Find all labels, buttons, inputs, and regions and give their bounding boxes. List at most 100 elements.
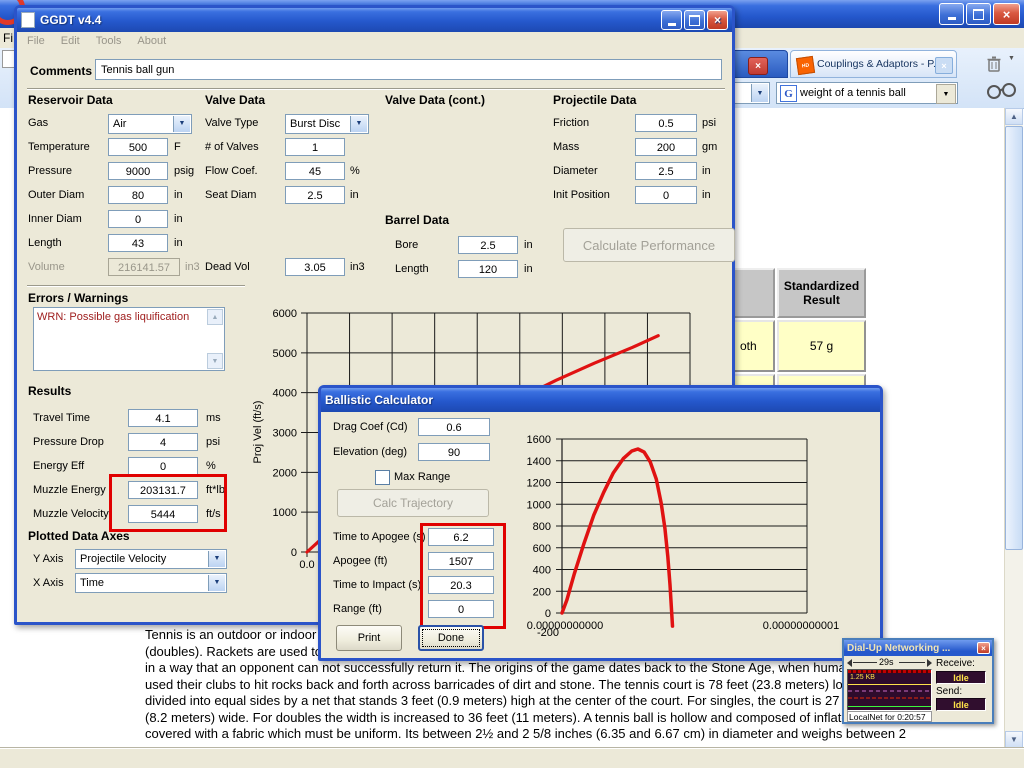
pressure-drop-output: 4: [128, 433, 198, 451]
gas-combo[interactable]: Air ▼: [108, 114, 192, 134]
inner-diam-input[interactable]: 0: [108, 210, 168, 228]
calc-trajectory-button[interactable]: Calc Trajectory: [337, 489, 489, 517]
calculate-performance-button[interactable]: Calculate Performance: [563, 228, 735, 262]
outer-diam-input[interactable]: 80: [108, 186, 168, 204]
scroll-thumb[interactable]: [1005, 126, 1023, 550]
seat-diam-unit: in: [350, 189, 359, 201]
warnings-scroll-up[interactable]: ▲: [207, 309, 223, 325]
article-line: divided into equal sides by a net that s…: [145, 693, 935, 710]
scroll-down-button[interactable]: ▼: [1005, 731, 1023, 748]
done-button[interactable]: Done: [418, 625, 484, 651]
apogee-label: Apogee (ft): [333, 555, 387, 567]
homedepot-icon: HD: [796, 56, 815, 75]
warnings-box[interactable]: WRN: Possible gas liquification ▲ ▼: [33, 307, 225, 371]
ballistic-titlebar[interactable]: Ballistic Calculator: [321, 388, 880, 412]
browser-close-button[interactable]: ×: [993, 3, 1020, 25]
bore-input[interactable]: 2.5: [458, 236, 518, 254]
menu-file[interactable]: File: [27, 35, 45, 52]
chevron-down-icon[interactable]: ▼: [173, 116, 190, 132]
v-scrollbar[interactable]: ▲ ▼: [1004, 108, 1023, 748]
dialup-titlebar[interactable]: Dial-Up Networking ... ×: [844, 640, 992, 656]
chevron-down-icon[interactable]: ▼: [208, 551, 225, 567]
flow-coef-input[interactable]: 45: [285, 162, 345, 180]
x-axis-combo[interactable]: Time ▼: [75, 573, 227, 593]
diameter-input[interactable]: 2.5: [635, 162, 697, 180]
mass-input[interactable]: 200: [635, 138, 697, 156]
barrel-title: Barrel Data: [385, 213, 449, 227]
volume-label: Volume: [28, 261, 65, 273]
seat-diam-input[interactable]: 2.5: [285, 186, 345, 204]
tab-close-button[interactable]: ×: [935, 57, 953, 74]
timeline-right-arrow-icon[interactable]: [927, 659, 932, 667]
svg-text:0.00000000001: 0.00000000001: [763, 620, 839, 632]
tab-couplings[interactable]: HD Couplings & Adaptors - P... ×: [790, 50, 957, 78]
volume-input: 216141.57: [108, 258, 180, 276]
ggdt-menubar: File Edit Tools About: [17, 32, 732, 52]
friction-input[interactable]: 0.5: [635, 114, 697, 132]
ggdt-titlebar[interactable]: GGDT v4.4 ×: [17, 8, 732, 32]
bore-label: Bore: [395, 239, 418, 251]
init-position-input[interactable]: 0: [635, 186, 697, 204]
screen: × Fi × HD Couplings & Adaptors - P... ×: [0, 0, 1024, 768]
receive-status-badge: Idle: [936, 671, 986, 684]
timeline-left-arrow-icon[interactable]: [847, 659, 852, 667]
browser-menu-file-fragment[interactable]: Fi: [3, 31, 13, 45]
length-input[interactable]: 43: [108, 234, 168, 252]
warnings-scroll-down[interactable]: ▼: [207, 353, 223, 369]
scroll-up-button[interactable]: ▲: [1005, 108, 1023, 125]
num-valves-input[interactable]: 1: [285, 138, 345, 156]
annotation-rect-trajectory: [420, 523, 506, 629]
svg-text:1200: 1200: [527, 478, 551, 490]
pressure-input[interactable]: 9000: [108, 162, 168, 180]
network-graph: 1.25 KB: [847, 669, 932, 711]
length-label: Length: [28, 237, 62, 249]
svg-text:1400: 1400: [527, 456, 551, 468]
search-value[interactable]: weight of a tennis ball: [800, 87, 906, 99]
ggdt-maximize-button[interactable]: [684, 10, 705, 30]
trajectory-chart: -200020040060080010001200140016000.00000…: [501, 418, 881, 653]
temperature-input[interactable]: 500: [108, 138, 168, 156]
browser-minimize-button[interactable]: [939, 3, 964, 25]
menu-about[interactable]: About: [137, 35, 166, 52]
browser-restore-button[interactable]: [966, 3, 991, 25]
google-search-box[interactable]: G weight of a tennis ball ▼: [776, 82, 958, 104]
ggdt-minimize-button[interactable]: [661, 10, 682, 30]
address-combo-arrow-icon[interactable]: ▼: [751, 84, 768, 102]
inner-diam-label: Inner Diam: [28, 213, 82, 225]
tab-close-button-active[interactable]: ×: [748, 57, 768, 75]
ggdt-close-button[interactable]: ×: [707, 10, 728, 30]
svg-text:3000: 3000: [273, 428, 297, 440]
chevron-down-icon[interactable]: ▼: [350, 116, 367, 132]
timeline-ruler[interactable]: 29s: [847, 658, 932, 668]
flow-coef-label: Flow Coef.: [205, 165, 258, 177]
search-dropdown-arrow[interactable]: ▼: [936, 84, 956, 104]
svg-text:0.00000000000: 0.00000000000: [527, 620, 603, 632]
print-button[interactable]: Print: [336, 625, 402, 651]
comments-input[interactable]: Tennis ball gun: [95, 59, 722, 80]
barrel-length-input[interactable]: 120: [458, 260, 518, 278]
trash-icon[interactable]: [984, 54, 1004, 74]
reservoir-title: Reservoir Data: [28, 93, 113, 107]
chevron-down-icon[interactable]: ▼: [208, 575, 225, 591]
y-axis-combo[interactable]: Projectile Velocity ▼: [75, 549, 227, 569]
svg-text:400: 400: [533, 565, 551, 577]
outer-diam-label: Outer Diam: [28, 189, 84, 201]
table-cell-row1-value: 57 g: [777, 320, 866, 372]
highlight-glasses-icon[interactable]: [984, 78, 1018, 104]
drag-coef-input[interactable]: 0.6: [418, 418, 490, 436]
temperature-unit: F: [174, 141, 181, 153]
dialup-close-button[interactable]: ×: [977, 642, 990, 654]
menu-tools[interactable]: Tools: [96, 35, 122, 52]
max-range-checkbox[interactable]: [375, 470, 390, 485]
elevation-input[interactable]: 90: [418, 443, 490, 461]
svg-text:Proj Vel (ft/s): Proj Vel (ft/s): [252, 401, 264, 464]
friction-label: Friction: [553, 117, 589, 129]
outer-diam-unit: in: [174, 189, 183, 201]
menu-edit[interactable]: Edit: [61, 35, 80, 52]
valve-type-combo[interactable]: Burst Disc ▼: [285, 114, 369, 134]
dead-vol-input[interactable]: 3.05: [285, 258, 345, 276]
flow-coef-unit: %: [350, 165, 360, 177]
svg-text:6000: 6000: [273, 308, 297, 320]
trash-menu-caret-icon[interactable]: ▼: [1008, 55, 1015, 62]
x-axis-value: Time: [80, 577, 104, 589]
